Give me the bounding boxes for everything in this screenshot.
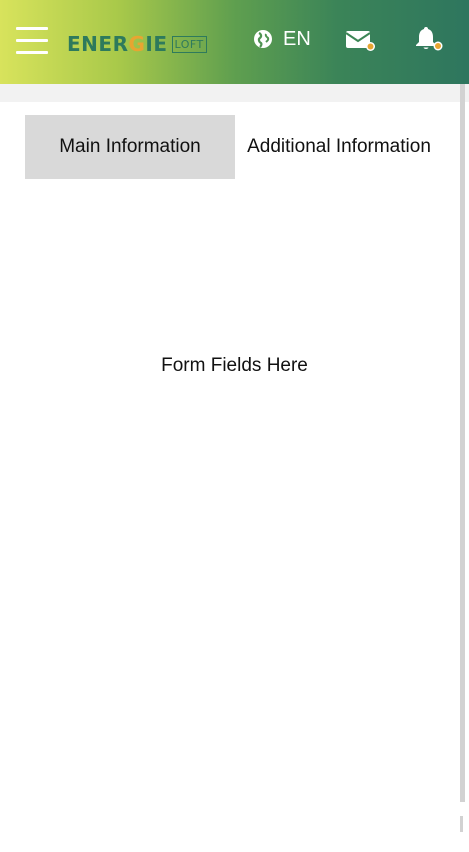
form-fields-placeholder: Form Fields Here [161, 355, 308, 376]
language-label: EN [283, 28, 311, 50]
app-header: ENERGIE LOFT EN [0, 0, 469, 84]
tab-main-information[interactable]: Main Information [25, 115, 235, 179]
energie-loft-logo[interactable]: ENERGIE LOFT [67, 32, 207, 56]
logo-wordmark: ENERGIE [67, 32, 168, 56]
tab-additional-information[interactable]: Additional Information [235, 115, 443, 179]
form-tabs: Main Information Additional Information [25, 115, 443, 179]
globe-icon [254, 30, 272, 48]
scrollbar-end [460, 816, 463, 832]
subheader-bar [0, 84, 469, 102]
logo-loft-box: LOFT [171, 35, 207, 53]
vertical-scrollbar[interactable] [460, 84, 465, 802]
bell-icon[interactable] [414, 25, 446, 53]
mail-icon[interactable] [345, 28, 377, 52]
hamburger-menu-icon[interactable] [16, 26, 48, 56]
language-selector[interactable]: EN [253, 27, 311, 51]
